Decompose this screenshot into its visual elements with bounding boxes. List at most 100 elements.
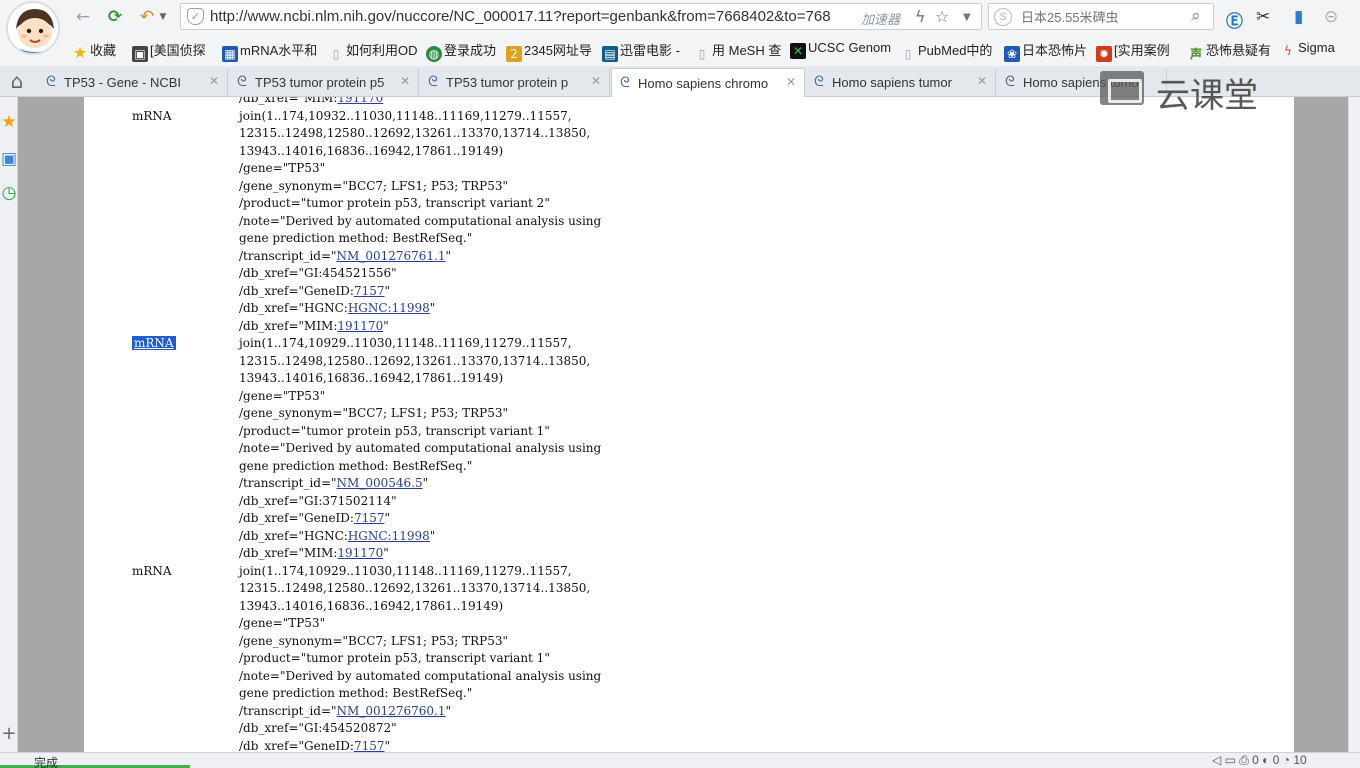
record-link[interactable]: HGNC:11998: [348, 529, 430, 543]
home-icon[interactable]: ⌂: [4, 70, 30, 92]
search-engine-icon[interactable]: S: [994, 8, 1012, 26]
tab-homo-sapiens-tumor-1[interactable]: ᘓ Homo sapiens tumor ✕: [806, 68, 996, 97]
bookmark-item[interactable]: 2 2345网址导: [506, 40, 592, 62]
genbank-line: 13943..14016,16836..16942,17861..19149): [84, 144, 1294, 162]
close-icon[interactable]: ✕: [400, 74, 410, 88]
genbank-line: gene prediction method: BestRefSeq.": [84, 686, 1294, 704]
tab-tp53-gene[interactable]: ᘓ TP53 - Gene - NCBI ✕: [38, 68, 228, 97]
page-icon: ▯: [332, 47, 340, 61]
feature-value: /transcript_id="NM_000546.5": [239, 476, 429, 490]
history-icon[interactable]: ◷: [0, 183, 18, 203]
refresh-icon[interactable]: ⟳: [104, 6, 126, 28]
tab-homo-sapiens-chromosome[interactable]: ᘓ Homo sapiens chromo ✕: [611, 68, 805, 97]
close-icon[interactable]: ✕: [977, 74, 987, 88]
bookmark-label: [美国侦探: [150, 43, 206, 58]
genbank-line: /product="tumor protein p53, transcript …: [84, 424, 1294, 442]
feature-key: mRNA: [132, 336, 176, 350]
genbank-line: /product="tumor protein p53, transcript …: [84, 196, 1294, 214]
bookmark-item[interactable]: ▯ PubMed中的: [900, 40, 993, 61]
back-arrow-icon[interactable]: ←: [72, 6, 94, 28]
feature-value: /gene_synonym="BCC7; LFS1; P53; TRP53": [239, 406, 509, 420]
translate-icon[interactable]: Ⓔ: [1226, 7, 1243, 32]
close-icon[interactable]: ✕: [786, 75, 796, 89]
user-avatar[interactable]: [6, 1, 60, 55]
feature-value: gene prediction method: BestRefSeq.": [239, 686, 473, 700]
feature-value: /gene_synonym="BCC7; LFS1; P53; TRP53": [239, 178, 509, 193]
genbank-line: 13943..14016,16836..16942,17861..19149): [84, 371, 1294, 389]
status-text: 完成: [34, 756, 59, 768]
bookmark-item[interactable]: ▯ 用 MeSH 查: [694, 40, 782, 61]
url-input[interactable]: [210, 5, 860, 28]
bookmark-item[interactable]: ϟ Sigma: [1280, 40, 1335, 60]
record-link[interactable]: NM_001276760.1: [337, 704, 446, 718]
address-bar[interactable]: ✓ 加速器 ϟ ☆ ▼: [180, 3, 982, 30]
lightning-icon[interactable]: ϟ: [915, 7, 926, 26]
record-link[interactable]: 7157: [354, 284, 385, 298]
search-icon[interactable]: ⌕: [1191, 6, 1201, 26]
record-link[interactable]: 191170: [337, 97, 383, 105]
genbank-line: /db_xref="GeneID:7157": [84, 739, 1294, 754]
record-link[interactable]: NM_001276761.1: [337, 249, 446, 263]
genbank-line: 13943..14016,16836..16942,17861..19149): [84, 599, 1294, 617]
bookmark-label: mRNA水平和: [240, 43, 318, 58]
bookmark-label: [实用案例: [1114, 43, 1170, 58]
bookmark-label: 2345网址导: [524, 43, 592, 58]
bookmark-item[interactable]: ▣ [美国侦探: [132, 40, 206, 62]
page-icon: ▯: [904, 47, 912, 61]
scissors-icon[interactable]: ✂: [1256, 7, 1270, 27]
genbank-line: /transcript_id="NM_000546.5": [84, 476, 1294, 494]
genbank-line: /transcript_id="NM_001276761.1": [84, 249, 1294, 267]
shield-icon: ✓: [187, 8, 204, 25]
bookmark-item[interactable]: ✕ UCSC Genom: [790, 40, 891, 60]
feature-value: /gene="TP53": [239, 388, 326, 403]
scrollbar[interactable]: [1348, 97, 1360, 753]
bookmark-item[interactable]: ▯ 如何利用OD: [328, 40, 418, 61]
bookmark-panel-icon[interactable]: ▣: [0, 149, 18, 169]
bookmark-item[interactable]: ◍ 登录成功: [426, 40, 496, 62]
search-input[interactable]: [1021, 7, 1181, 27]
bookmark-label: UCSC Genom: [808, 40, 892, 55]
record-link[interactable]: 191170: [337, 319, 383, 333]
feature-value: /db_xref="GI:371502114": [239, 493, 397, 508]
chevron-down-icon[interactable]: ▼: [963, 12, 971, 23]
feature-value: /db_xref="HGNC:HGNC:11998": [239, 301, 436, 315]
tab-tp53-protein-1[interactable]: ᘓ TP53 tumor protein p5 ✕: [229, 68, 419, 97]
record-link[interactable]: 191170: [337, 546, 383, 560]
tab-tp53-protein-2[interactable]: ᘓ TP53 tumor protein p ✕: [420, 68, 610, 97]
genbank-line: /db_xref="GI:371502114": [84, 494, 1294, 512]
search-box[interactable]: S ⌕: [988, 3, 1214, 30]
close-icon[interactable]: ✕: [591, 74, 601, 88]
close-icon[interactable]: ✕: [209, 74, 219, 88]
bookmark-item[interactable]: ▤ 迅雷电影 -: [602, 40, 680, 62]
feature-value: /db_xref="GeneID:7157": [239, 738, 391, 753]
record-link[interactable]: 7157: [354, 739, 385, 753]
ncbi-favicon-icon: ᘓ: [237, 74, 247, 90]
feature-value: /db_xref="MIM:191170": [239, 318, 389, 333]
record-link[interactable]: 7157: [354, 511, 385, 525]
tab-label: Homo sapiens tumor: [832, 75, 952, 90]
watermark: 云课堂: [1098, 68, 1298, 116]
feature-value: 12315..12498,12580..12692,13261..13370,1…: [239, 581, 591, 595]
undo-icon[interactable]: ↶: [136, 6, 158, 28]
bookmark-item[interactable]: ✹ [实用案例: [1096, 40, 1170, 62]
bookmark-item[interactable]: ❀ 日本恐怖片: [1004, 40, 1087, 62]
settings-icon[interactable]: ⊝: [1324, 7, 1338, 27]
feature-value: /db_xref="GI:454521556": [239, 266, 397, 280]
feature-value: /db_xref="HGNC:HGNC:11998": [239, 528, 436, 543]
record-link[interactable]: NM_000546.5: [337, 476, 423, 490]
paw-icon: ❀: [1004, 46, 1020, 62]
chevron-down-icon[interactable]: ▼: [158, 6, 168, 28]
extension-icon[interactable]: ▮: [1294, 7, 1303, 27]
genbank-line: /transcript_id="NM_001276760.1": [84, 704, 1294, 722]
bookmark-item[interactable]: ▦ mRNA水平和: [222, 40, 318, 62]
add-icon[interactable]: +: [0, 723, 18, 744]
star-icon[interactable]: ☆: [935, 7, 949, 26]
feature-value: /note="Derived by automated computationa…: [239, 668, 602, 683]
bookmark-item[interactable]: 声恐怖悬疑有: [1188, 40, 1271, 61]
bookmark-item[interactable]: ★ 收藏: [72, 40, 116, 61]
bookmark-label: 用 MeSH 查: [712, 43, 782, 58]
feature-value: /db_xref="GeneID:7157": [239, 283, 391, 298]
record-link[interactable]: HGNC:11998: [348, 301, 430, 315]
accelerator-label[interactable]: 加速器: [861, 9, 900, 28]
star-icon[interactable]: ★: [0, 112, 18, 132]
